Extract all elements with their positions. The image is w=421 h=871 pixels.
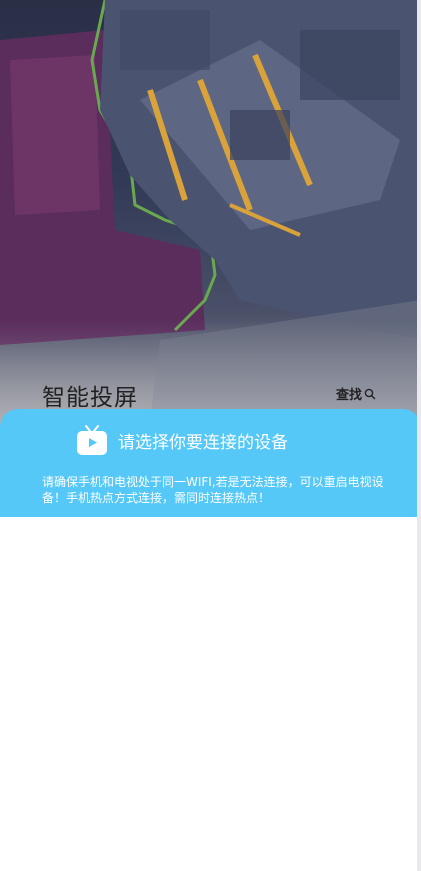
search-button[interactable]: 查找 bbox=[336, 384, 376, 403]
banner-description: 请确保手机和电视处于同一WIFI,若是无法连接，可以重启电视设备！手机热点方式连… bbox=[42, 475, 384, 505]
search-icon bbox=[364, 388, 376, 399]
tv-icon bbox=[77, 425, 107, 455]
banner-header: 请选择你要连接的设备 bbox=[76, 424, 288, 456]
search-label: 查找 bbox=[336, 388, 363, 403]
scrollbar[interactable] bbox=[417, 0, 421, 871]
device-list bbox=[0, 517, 417, 871]
page-title: 智能投屏 bbox=[42, 385, 138, 411]
banner-headline: 请选择你要连接的设备 bbox=[118, 432, 288, 453]
